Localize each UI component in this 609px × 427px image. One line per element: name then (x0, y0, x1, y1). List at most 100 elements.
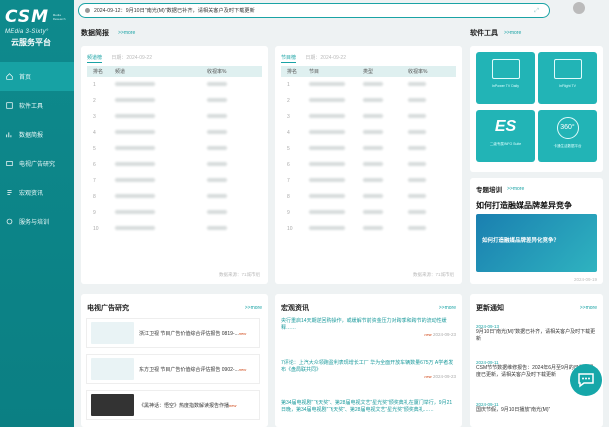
blurred-cell (115, 162, 155, 166)
tool-tile[interactable]: InPower TV Daily (476, 52, 535, 104)
tools-card: InPower TV Daily InFlight TV ES 二级专属INFO… (470, 46, 603, 172)
table-row[interactable]: 1 (87, 77, 262, 93)
table-row[interactable]: 7 (281, 173, 456, 189)
blurred-cell (363, 146, 383, 150)
blurred-cell (408, 98, 426, 102)
updates-card: 更新通知 >>more 2024-09-13 9月10日“南光(M)”数据已补齐… (470, 294, 603, 427)
rank-cell: 10 (287, 226, 293, 232)
logo[interactable]: CSM Media Research MEdia 3-Sixty° 云服务平台 (5, 9, 71, 48)
blurred-cell (408, 130, 426, 134)
table-row[interactable]: 4 (87, 125, 262, 141)
list-item[interactable]: 第34届电视剧“飞天奖”、第28届电视文艺“星光奖”颁奖典礼在厦门举行，9月21… (281, 400, 456, 414)
rank-cell: 9 (93, 210, 96, 216)
blurred-cell (207, 98, 227, 102)
service-icon (6, 218, 13, 225)
tool-tile[interactable]: 360° 卡通生活数据平台 (538, 110, 597, 162)
table-row[interactable]: 2 (87, 93, 262, 109)
blurred-cell (408, 226, 426, 230)
table-row[interactable]: 10 (87, 221, 262, 237)
table-row[interactable]: 7 (87, 173, 262, 189)
table-row[interactable]: 3 (87, 109, 262, 125)
tool-tile[interactable]: InFlight TV (538, 52, 597, 104)
list-item[interactable]: 2024-09-11 国庆节假，9月10日播放“南光(M)” (476, 402, 596, 414)
list-item[interactable]: 《黑神话：悟空》热度指数解读报告作播 new (86, 390, 260, 420)
blurred-cell (408, 82, 426, 86)
channel-ranking-card: 频道榜 日期：2024-09-22 排名 频道 收视率% 1 2 3 4 5 6 7 8 9 10… (81, 46, 268, 284)
tool-icon (6, 102, 13, 109)
rank-cell: 3 (93, 114, 96, 120)
tools-title: 软件工具 (470, 30, 498, 37)
tab-channel[interactable]: 频道榜 (87, 55, 103, 63)
blurred-cell (115, 226, 155, 230)
list-item[interactable]: 东方卫视 节目广告价值综合评估报告 0902-... new (86, 354, 260, 384)
updates-more-link[interactable]: >>more (580, 305, 597, 311)
list-item[interactable]: 2024-09-13 9月10日“南光(M)”数据已补齐，请相关客户及时下载更新 (476, 324, 596, 343)
sidebar-item-macro[interactable]: 宏观资讯 (0, 178, 74, 207)
tool-tile[interactable]: ES 二级专属INFO Suite (476, 110, 535, 162)
360-icon: 360° (556, 117, 579, 139)
sidebar-item-tv-ads[interactable]: 电视广告研究 (0, 149, 74, 178)
es-icon: ES (494, 118, 517, 135)
table-row[interactable]: 2 (281, 93, 456, 109)
sidebar-item-service[interactable]: 服务与培训 (0, 207, 74, 236)
macro-more-link[interactable]: >>more (439, 305, 456, 311)
tv-ads-more-link[interactable]: >>more (245, 305, 262, 311)
table-row[interactable]: 10 (281, 221, 456, 237)
blurred-cell (115, 114, 155, 118)
announcement-bar[interactable]: 2024-09-12：9月10日"南光(M)"数据已补齐，请相关客户及时下载更新… (78, 3, 550, 18)
rank-cell: 8 (287, 194, 290, 200)
sidebar-item-label: 数据简报 (19, 133, 44, 139)
tv-icon (491, 59, 520, 79)
training-card[interactable]: 专题培训 >>more 如何打造融媒品牌差异竞争 如何打造融媒品牌差异化竞争？ … (470, 178, 603, 284)
tab-program[interactable]: 节目榜 (281, 55, 297, 63)
rank-cell: 2 (287, 98, 290, 104)
sidebar-item-label: 电视广告研究 (19, 162, 56, 168)
training-banner[interactable]: 如何打造融媒品牌差异化竞争？ (476, 214, 597, 272)
tools-more-link[interactable]: >>more (504, 30, 521, 36)
blurred-cell (115, 82, 155, 86)
brief-date: 日期：2024-09-22 (111, 55, 152, 61)
table-row[interactable]: 5 (87, 141, 262, 157)
rank-cell: 4 (287, 130, 290, 136)
blurred-cell (363, 194, 383, 198)
sidebar-item-label: 服务与培训 (19, 220, 50, 226)
table-row[interactable]: 8 (281, 189, 456, 205)
blurred-cell (207, 210, 227, 214)
blurred-cell (207, 194, 227, 198)
sidebar-item-brief[interactable]: 数据简报 (0, 120, 74, 149)
blurred-cell (309, 130, 345, 134)
blurred-cell (408, 194, 426, 198)
rank-cell: 6 (93, 162, 96, 168)
table-row[interactable]: 5 (281, 141, 456, 157)
tv-icon (6, 160, 13, 167)
table-row[interactable]: 1 (281, 77, 456, 93)
table-row[interactable]: 4 (281, 125, 456, 141)
blurred-cell (309, 194, 345, 198)
list-item[interactable]: 7评论：上汽大众领跑盈利表现增长工厂 华为全面开放车辆数量675万 A学者发布《… (281, 360, 456, 379)
chat-button[interactable] (570, 364, 602, 396)
blurred-cell (309, 82, 345, 86)
blurred-cell (309, 178, 345, 182)
list-item[interactable]: 央行重启14天期逆回购操作，或缓解节前资金压力对跨季和跨节的流动性缓释…… ne… (281, 318, 456, 337)
table-row[interactable]: 6 (87, 157, 262, 173)
training-more-link[interactable]: >>more (507, 186, 524, 192)
sidebar-item-tools[interactable]: 软件工具 (0, 91, 74, 120)
updates-title: 更新通知 (476, 305, 504, 312)
expand-icon[interactable]: ⤢ (534, 8, 539, 15)
table-header: 排名 频道 收视率% (87, 66, 262, 77)
banner-text: 如何打造融媒品牌差异化竞争？ (482, 238, 560, 244)
table-row[interactable]: 8 (87, 189, 262, 205)
table-row[interactable]: 9 (281, 205, 456, 221)
brief-more-link[interactable]: >>more (118, 30, 135, 36)
macro-news-card: 宏观资讯 >>more 央行重启14天期逆回购操作，或缓解节前资金压力对跨季和跨… (275, 294, 462, 427)
rank-cell: 8 (93, 194, 96, 200)
avatar[interactable] (573, 2, 585, 14)
list-item[interactable]: 浙江卫视 节目广告价值综合评估报告 0819-... new (86, 318, 260, 348)
table-row[interactable]: 9 (87, 205, 262, 221)
training-section-title: 专题培训 (476, 187, 502, 194)
blurred-cell (309, 146, 345, 150)
table-row[interactable]: 6 (281, 157, 456, 173)
blurred-cell (207, 178, 227, 182)
table-row[interactable]: 3 (281, 109, 456, 125)
sidebar-item-home[interactable]: 首页 (0, 62, 74, 91)
